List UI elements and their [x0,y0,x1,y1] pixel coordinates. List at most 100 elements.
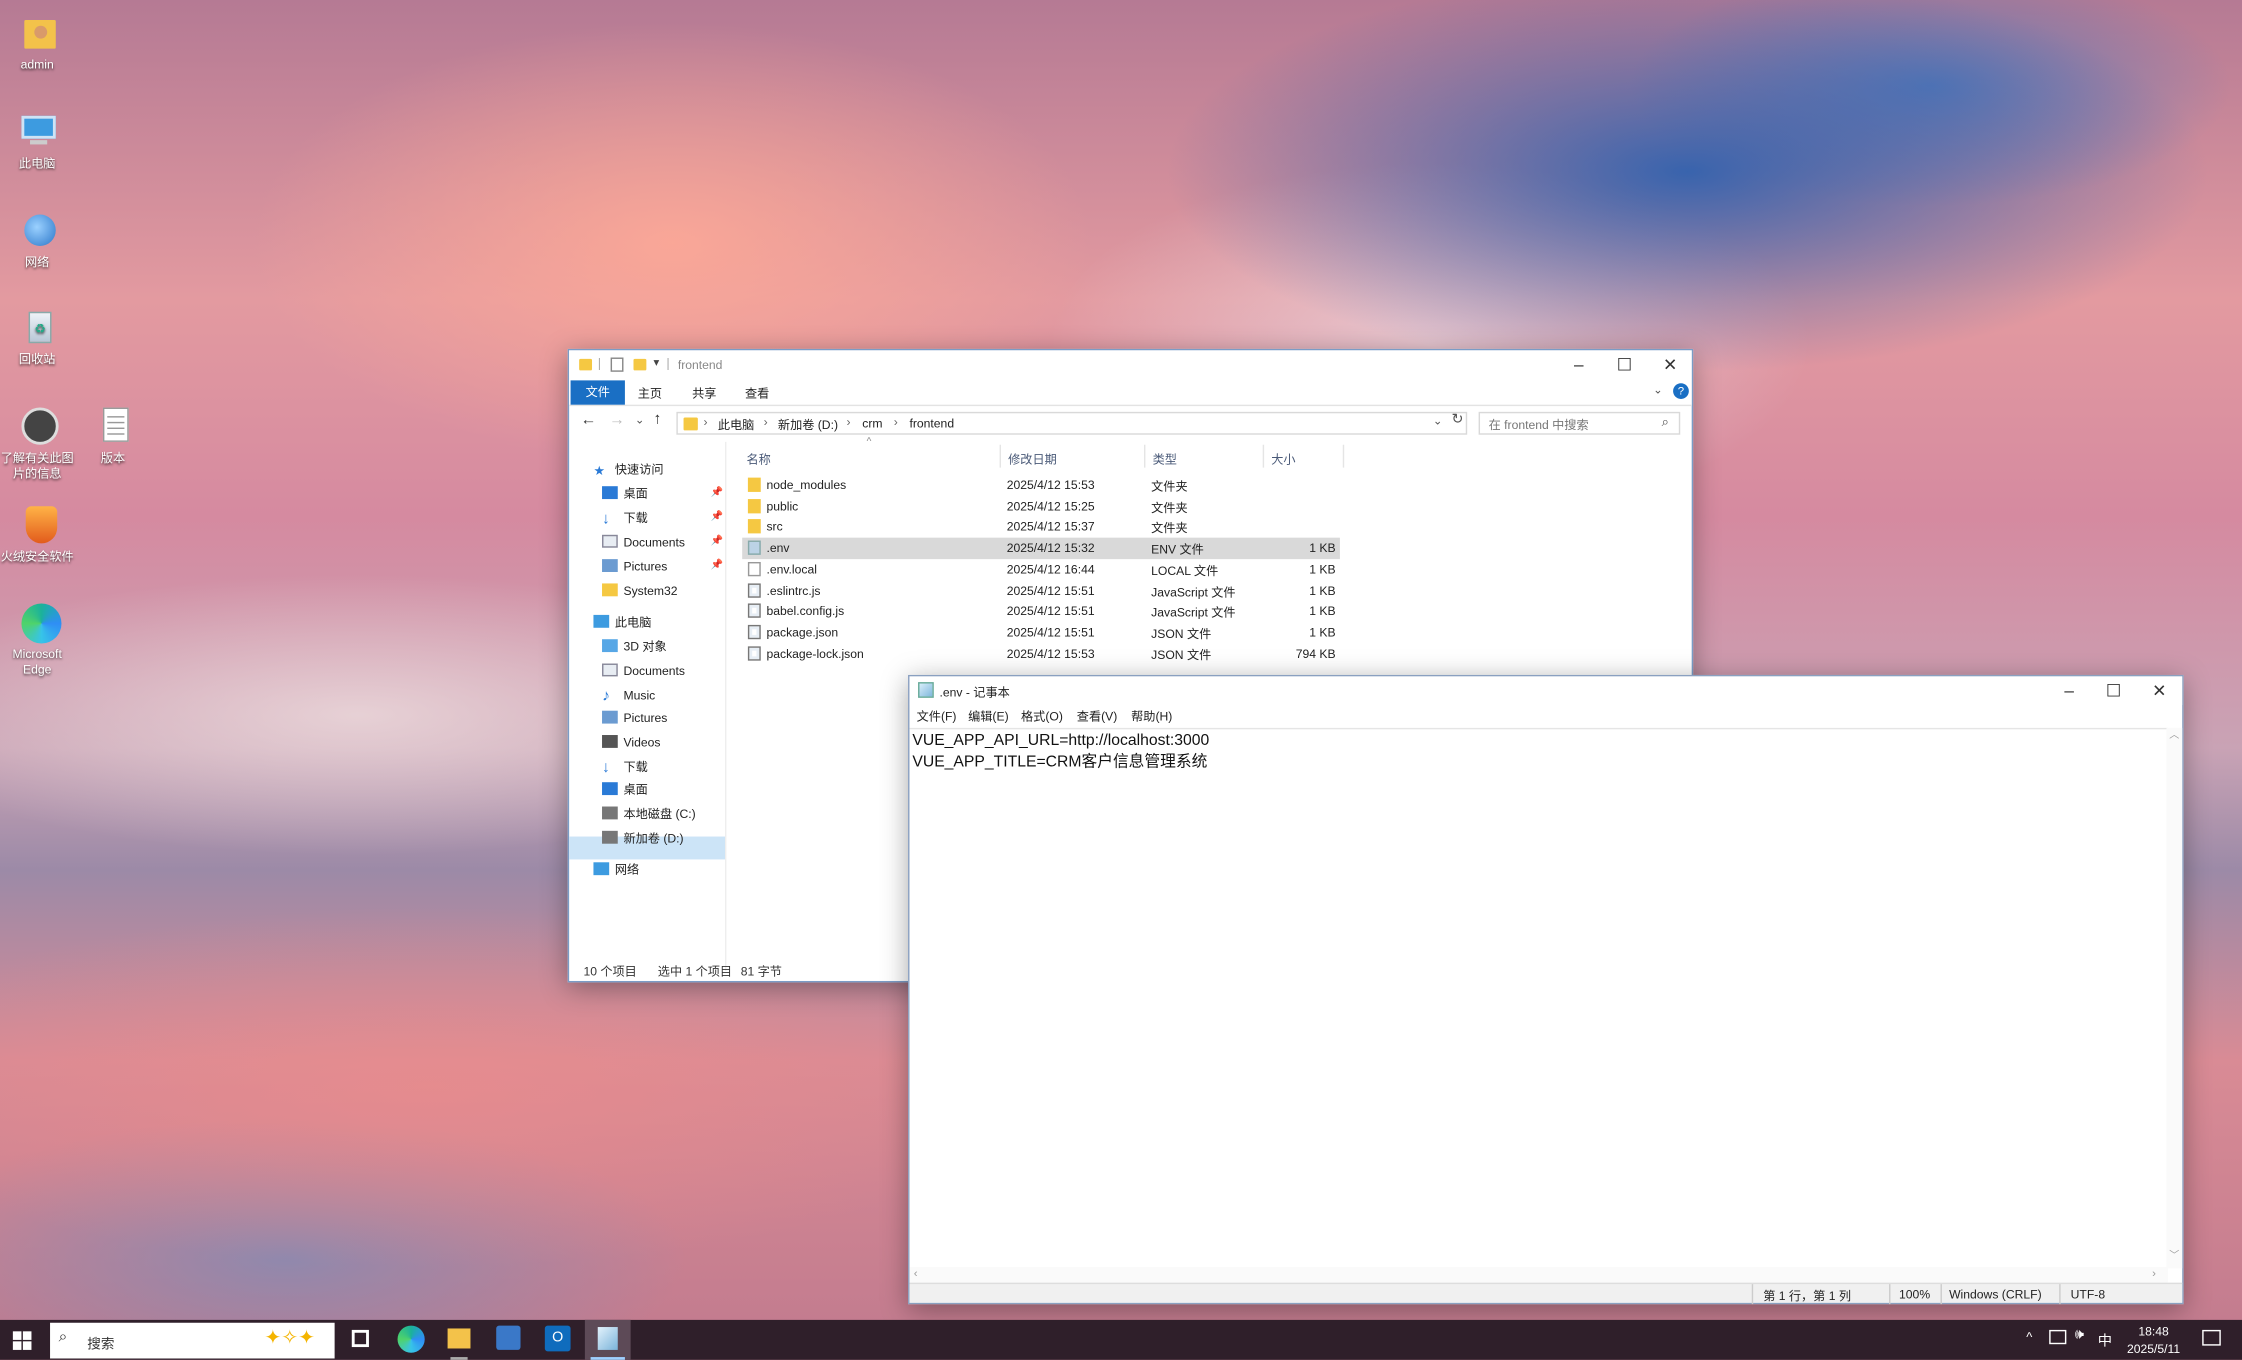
nav-item[interactable]: Videos [602,732,660,752]
desktop-icon-learn-about-picture[interactable]: 了解有关此图片的信息 [0,405,74,482]
close-button[interactable]: ✕ [1647,350,1693,379]
window-title: frontend [677,357,723,372]
nav-item[interactable]: Documents [602,661,685,681]
desktop-icon-version[interactable]: 版本 [76,405,150,466]
help-icon[interactable]: ? [1673,383,1689,399]
pin-icon[interactable]: 📌 [711,508,723,528]
scroll-left-icon[interactable]: ‹ [914,1267,918,1280]
breadcrumb-drive-d[interactable]: 新加卷 (D:) [778,416,838,433]
column-type[interactable]: 类型 [1153,450,1177,467]
minimize-button[interactable]: – [1556,350,1602,379]
file-row[interactable]: .env 2025/4/12 15:32 ENV 文件 1 KB [742,537,1340,559]
menu-view[interactable]: 查看(V) [1077,708,1118,725]
nav-item[interactable]: Documents 📌 [602,532,723,552]
scroll-up-icon[interactable]: ︿ [2169,728,2179,742]
forward-icon[interactable]: → [609,412,625,429]
maximize-button[interactable]: ☐ [1602,350,1648,379]
vertical-scrollbar[interactable]: ︿ ﹀ [2166,727,2183,1269]
close-button[interactable]: ✕ [2136,676,2182,705]
menu-edit[interactable]: 编辑(E) [968,708,1009,725]
file-row[interactable]: .eslintrc.js 2025/4/12 15:51 JavaScript 文件… [742,580,1340,601]
nav-item[interactable]: 新加卷 (D:) [602,828,684,848]
tab-share[interactable]: 共享 [692,385,716,402]
notifications-icon[interactable] [2202,1329,2221,1346]
file-size: 1 KB [1309,540,1336,555]
horizontal-scrollbar[interactable]: ‹ › [909,1266,2168,1283]
menu-format[interactable]: 格式(O) [1021,708,1063,725]
nav-item[interactable]: Pictures 📌 [602,556,723,576]
new-folder-icon[interactable] [633,358,647,371]
desktop-icon-edge[interactable]: Microsoft Edge [0,601,74,678]
file-row[interactable]: node_modules 2025/4/12 15:53 文件夹 [742,475,1340,496]
up-icon[interactable]: ↑ [654,410,662,427]
ime-indicator[interactable]: 中 [2098,1328,2112,1350]
pin-icon[interactable]: 📌 [711,532,723,552]
outlook-icon[interactable]: O [544,1325,571,1352]
file-row[interactable]: package-lock.json 2025/4/12 15:53 JSON 文件 7… [742,643,1340,664]
tab-view[interactable]: 查看 [745,385,769,402]
3d-objects-icon [602,639,618,653]
back-icon[interactable]: ← [581,412,597,429]
file-row[interactable]: src 2025/4/12 15:37 文件夹 [742,517,1340,538]
minimize-button[interactable]: – [2046,676,2092,705]
menu-file[interactable]: 文件(F) [917,708,957,725]
clock[interactable]: 18:48 2025/5/11 [2122,1323,2185,1357]
taskbar-search-box[interactable]: ⌕ 搜索 ✦✧✦ [50,1322,335,1359]
pin-icon[interactable]: 📌 [711,483,723,503]
volume-icon[interactable]: 🕪 [2075,1327,2084,1343]
start-icon[interactable] [12,1331,32,1350]
address-dropdown-icon[interactable]: ⌄ [1433,415,1443,428]
search-box[interactable]: 在 frontend 中搜索 ⌕ [1478,411,1681,435]
expand-ribbon-icon[interactable]: ⌄ [1653,383,1663,396]
show-hidden-icons-icon[interactable]: ^ [2026,1330,2032,1344]
notepad-taskbar-button[interactable] [584,1319,631,1360]
desktop-icon-recycle-bin[interactable]: ♻ 回收站 [0,306,74,367]
store-icon[interactable] [496,1325,521,1350]
edge-icon[interactable] [397,1325,425,1353]
nav-item[interactable]: Pictures [602,708,667,728]
nav-item[interactable]: ♪ Music [602,685,655,705]
breadcrumb-frontend[interactable]: frontend [909,416,954,430]
maximize-button[interactable]: ☐ [2091,676,2137,705]
text-editor[interactable]: VUE_APP_API_URL=http://localhost:3000 VU… [909,727,2168,1269]
customize-quick-access-icon[interactable]: ▾ [654,356,660,369]
file-row[interactable]: public 2025/4/12 15:25 文件夹 [742,496,1340,517]
column-size[interactable]: 大小 [1271,450,1295,467]
tab-home[interactable]: 主页 [638,385,662,402]
nav-item[interactable]: ↓ 下载 [602,756,648,776]
documents-icon [602,663,618,677]
breadcrumb-crm[interactable]: crm [862,416,882,430]
desktop-icon-network[interactable]: 网络 [0,209,74,270]
nav-item[interactable]: 3D 对象 [602,636,667,656]
file-explorer-icon[interactable] [447,1328,471,1349]
task-view-icon[interactable] [351,1329,369,1348]
file-row[interactable]: babel.config.js 2025/4/12 15:51 JavaScript… [742,601,1340,622]
desktop-icon-admin[interactable]: admin [0,11,74,72]
nav-item[interactable]: 此电脑 [593,612,651,632]
column-name[interactable]: 名称 [746,450,770,467]
tab-file[interactable]: 文件 [570,380,625,405]
breadcrumb-this-pc[interactable]: 此电脑 [718,416,754,433]
nav-item[interactable]: 桌面 [602,779,648,799]
file-row[interactable]: package.json 2025/4/12 15:51 JSON 文件 1 KB [742,622,1340,643]
properties-icon[interactable] [610,357,624,372]
scroll-down-icon[interactable]: ﹀ [2169,1248,2179,1262]
network-tray-icon[interactable] [2049,1329,2067,1345]
pin-icon[interactable]: 📌 [711,556,723,576]
recent-locations-icon[interactable]: ⌄ [635,413,645,426]
column-date[interactable]: 修改日期 [1008,450,1057,467]
nav-item[interactable]: 本地磁盘 (C:) [602,804,696,824]
scroll-right-icon[interactable]: › [2152,1267,2156,1280]
desktop-icon-huorong[interactable]: 火绒安全软件 [0,503,74,564]
editor-line-1: VUE_APP_API_URL=http://localhost:3000 [912,732,1210,750]
menu-help[interactable]: 帮助(H) [1131,708,1172,725]
desktop-icon-this-pc[interactable]: 此电脑 [0,110,74,171]
nav-item[interactable]: 网络 [593,859,639,879]
file-row[interactable]: .env.local 2025/4/12 16:44 LOCAL 文件 1 KB [742,559,1340,580]
nav-item[interactable]: System32 [602,581,678,601]
address-bar[interactable]: › 此电脑 › 新加卷 (D:) › crm › frontend ⌄ [676,411,1468,435]
nav-item[interactable]: 桌面 📌 [602,483,723,503]
nav-item[interactable]: ★ 快速访问 [593,459,663,479]
refresh-icon[interactable]: ↻ [1451,412,1463,428]
nav-item[interactable]: ↓ 下载 📌 [602,508,723,528]
